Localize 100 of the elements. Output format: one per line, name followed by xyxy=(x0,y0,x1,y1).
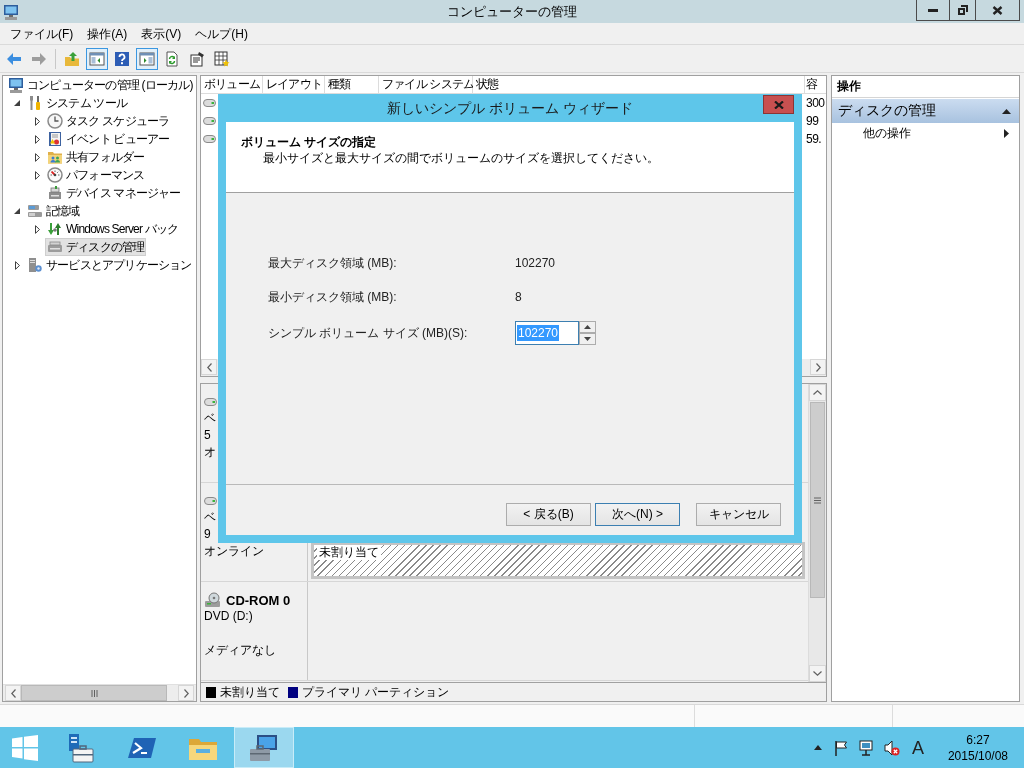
disk-type: ベ xyxy=(204,410,216,427)
section-header[interactable]: ディスクの管理 xyxy=(832,99,1019,123)
disk-status: オンライン xyxy=(204,543,264,560)
disk-status: オ xyxy=(204,444,216,461)
collapsed-arrow-icon[interactable] xyxy=(34,134,40,144)
forward-arrow-icon xyxy=(31,50,47,67)
left-pane-icon xyxy=(89,50,105,67)
disk-type: DVD (D:) xyxy=(204,608,253,625)
log-book-icon xyxy=(47,131,63,147)
panel-heading: 操作 xyxy=(832,76,1019,98)
dialog-button[interactable]: 次へ(N) > xyxy=(595,503,680,526)
window-title: コンピューターの管理 xyxy=(447,3,577,21)
field-label: シンプル ボリューム サイズ (MB)(S): xyxy=(268,324,469,342)
tree-item[interactable]: サービスとアプリケーション xyxy=(25,256,194,274)
collapsed-arrow-icon[interactable] xyxy=(34,152,40,162)
legend-label: 未割り当て xyxy=(220,683,280,701)
tree-item[interactable]: コンピューターの管理 (ローカル) xyxy=(6,76,195,94)
tools-icon xyxy=(27,95,43,111)
dialog-button[interactable]: キャンセル xyxy=(696,503,781,526)
minimize-button[interactable] xyxy=(916,0,950,21)
shared-folder-icon xyxy=(47,149,63,165)
server-gear-icon xyxy=(27,257,43,273)
collapsed-arrow-icon[interactable] xyxy=(14,260,20,270)
spin-down-button[interactable] xyxy=(579,333,596,345)
grip-icon xyxy=(814,496,821,504)
up-triangle-icon xyxy=(813,745,822,750)
chevron-right-icon xyxy=(183,688,189,698)
dialog-close-button[interactable] xyxy=(763,95,794,114)
dialog-title: 新しいシンプル ボリューム ウィザード xyxy=(387,99,633,118)
scroll-left-button[interactable] xyxy=(5,685,21,701)
ime-indicator[interactable]: A xyxy=(911,737,924,758)
step-heading: ボリューム サイズの指定 xyxy=(241,134,377,150)
column-header[interactable]: レイアウト xyxy=(263,76,325,94)
tree-item[interactable]: 記憶域 xyxy=(25,202,82,220)
column-header[interactable]: 種類 xyxy=(325,76,379,94)
up-triangle-icon xyxy=(584,325,591,329)
collapsed-arrow-icon[interactable] xyxy=(34,170,40,180)
start-icon xyxy=(11,733,39,762)
tree-item[interactable]: タスク スケジューラ xyxy=(45,112,172,130)
field-value: 8 xyxy=(515,290,522,304)
table-star-icon xyxy=(214,50,230,67)
taskbar-button[interactable] xyxy=(234,727,294,768)
scroll-up-button[interactable] xyxy=(809,384,826,401)
table-cell-text: 59. xyxy=(805,132,823,146)
storage-icon xyxy=(27,203,43,219)
close-button[interactable] xyxy=(976,0,1020,21)
muted-speaker-icon[interactable] xyxy=(883,739,900,756)
disk-drive-icon xyxy=(204,397,217,407)
menu-item[interactable]: ヘルプ(H) xyxy=(188,23,255,44)
tree-item[interactable]: システム ツール xyxy=(25,94,129,112)
up-down-arrows-icon xyxy=(47,221,63,237)
menu-item[interactable]: 操作(A) xyxy=(80,23,135,44)
partition-block[interactable]: 未割り当て xyxy=(311,542,805,579)
spin-up-button[interactable] xyxy=(579,321,596,333)
scrollbar-thumb[interactable] xyxy=(810,402,825,598)
refresh-icon xyxy=(164,50,180,67)
tree-item[interactable]: ディスクの管理 xyxy=(45,238,147,256)
tree-item[interactable]: 共有フォルダー xyxy=(45,148,147,166)
expanded-arrow-icon[interactable] xyxy=(14,100,20,106)
disk-drive-icon xyxy=(204,496,217,506)
restore-button[interactable] xyxy=(950,0,976,21)
tree-item[interactable]: イベント ビューアー xyxy=(45,130,172,148)
right-pane-icon xyxy=(139,50,155,67)
document-icon xyxy=(189,50,205,67)
flag-icon[interactable] xyxy=(833,739,848,756)
clock-icon xyxy=(47,113,63,129)
partition-label: 未割り当て xyxy=(317,545,381,560)
tree-item[interactable]: パフォーマンス xyxy=(45,166,147,184)
collapse-triangle-icon xyxy=(1002,108,1011,114)
collapsed-arrow-icon[interactable] xyxy=(34,116,40,126)
field-label: 最小ディスク領域 (MB): xyxy=(268,288,398,306)
column-header[interactable]: 状態 xyxy=(473,76,805,94)
table-cell-text: 99 xyxy=(805,114,820,128)
scroll-right-button[interactable] xyxy=(810,359,826,375)
cd-drive-icon xyxy=(204,592,220,608)
column-header[interactable]: 容 xyxy=(805,76,826,94)
dialog-button[interactable]: < 戻る(B) xyxy=(506,503,591,526)
clock-date[interactable]: 2015/10/08 xyxy=(947,747,1008,764)
action-item[interactable]: 他の操作 xyxy=(832,123,1019,143)
clock-time[interactable]: 6:27 xyxy=(966,731,990,748)
scroll-right-button[interactable] xyxy=(178,685,194,701)
menu-item[interactable]: 表示(V) xyxy=(134,23,189,44)
field-value: 102270 xyxy=(515,256,556,270)
menu-item[interactable]: ファイル(F) xyxy=(3,23,81,44)
computer-icon xyxy=(3,3,19,20)
gauge-icon xyxy=(47,167,63,183)
collapsed-arrow-icon[interactable] xyxy=(34,224,40,234)
table-cell: 300 xyxy=(805,96,826,110)
scroll-down-button[interactable] xyxy=(809,665,826,682)
scroll-left-button[interactable] xyxy=(201,359,217,375)
column-header[interactable]: ボリューム xyxy=(201,76,263,94)
expanded-arrow-icon[interactable] xyxy=(14,208,20,214)
tree-item[interactable]: Windows Server バック xyxy=(45,220,181,238)
disk-size: 5 xyxy=(204,427,211,444)
network-icon[interactable] xyxy=(857,739,874,756)
step-description: 最小サイズと最大サイズの間でボリュームのサイズを選択してください。 xyxy=(263,150,659,166)
chevron-down-icon xyxy=(813,671,822,676)
tree-item[interactable]: デバイス マネージャー xyxy=(45,184,183,202)
disk-type: ベ xyxy=(204,509,216,526)
chevron-left-icon xyxy=(206,362,212,372)
